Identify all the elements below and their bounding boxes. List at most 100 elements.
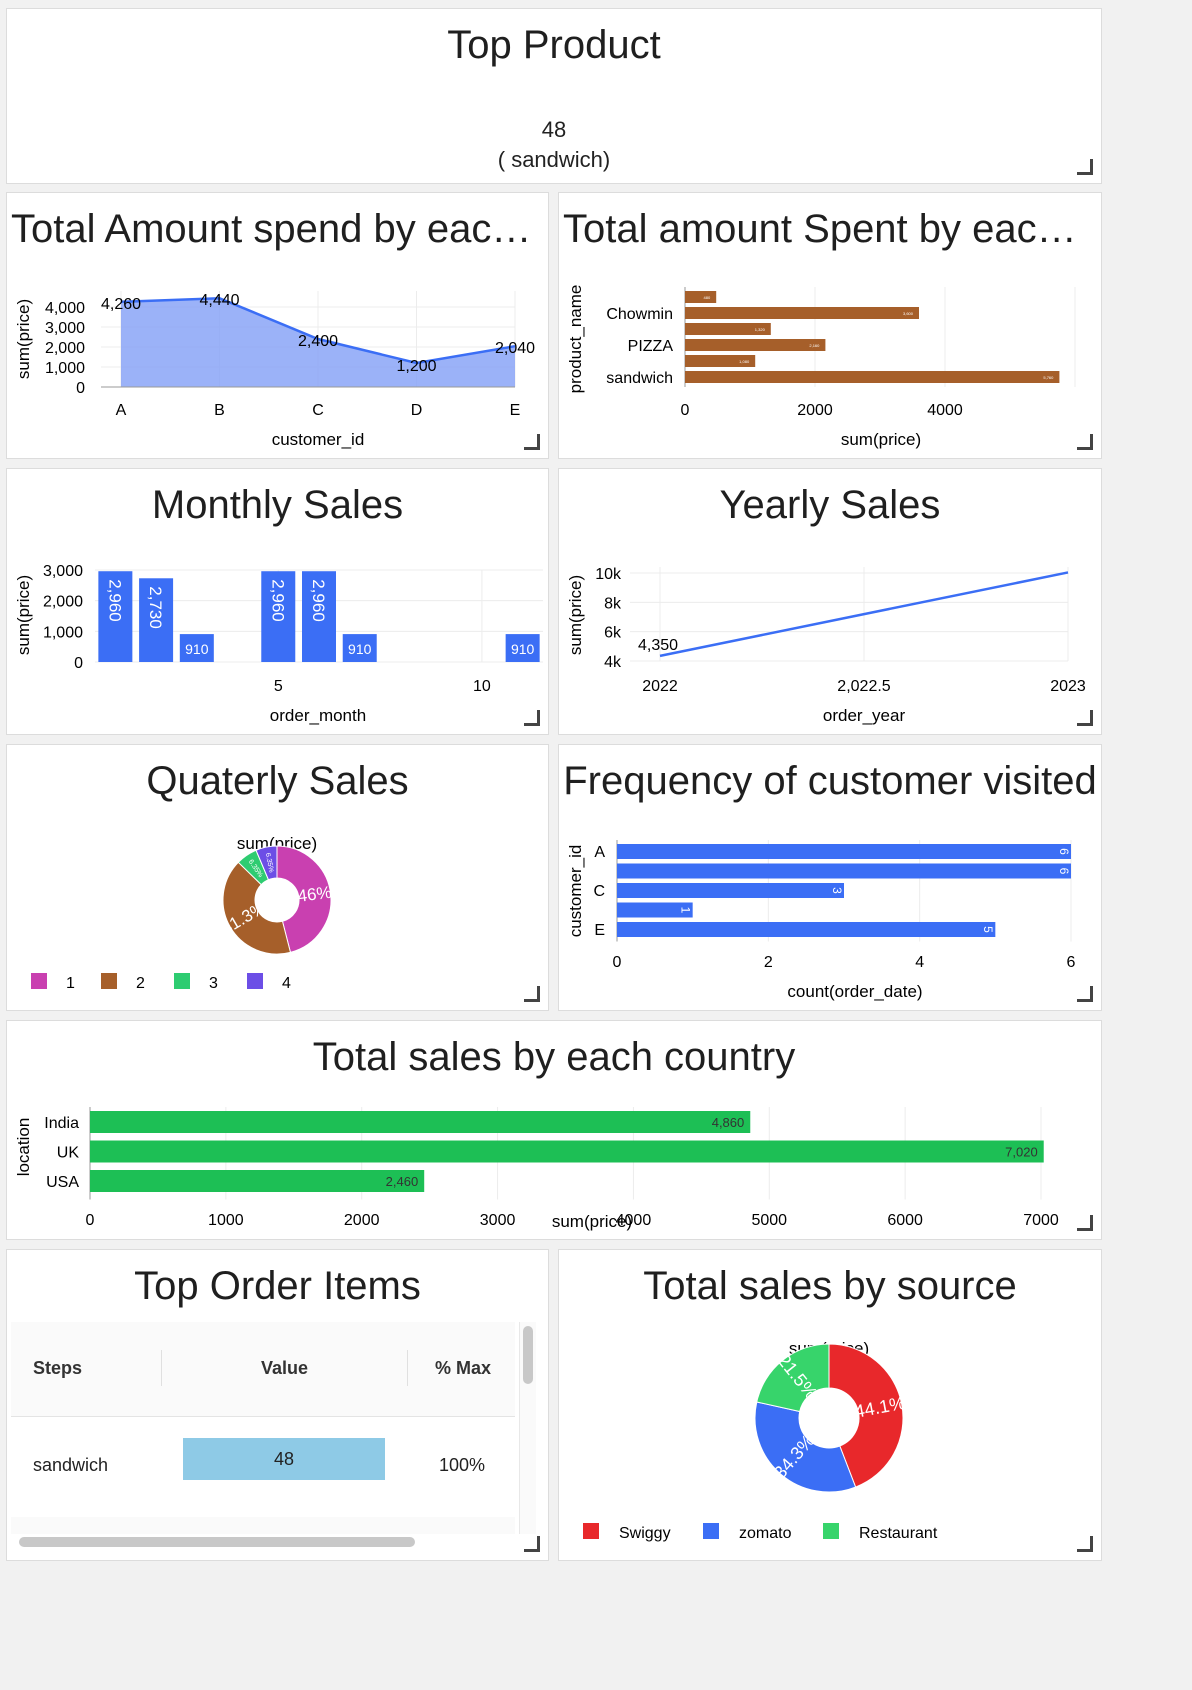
country-sales-chart: 4,860India7,020UK2,460USA0 1000 2000 3000 40… <box>14 1107 1059 1231</box>
resize-handle-icon[interactable] <box>1077 986 1093 1002</box>
legend-label: zomato <box>739 1525 792 1542</box>
x-tick-label: 5000 <box>751 1212 787 1229</box>
legend-label: Swiggy <box>619 1525 671 1542</box>
x-axis-label: customer_id <box>272 430 365 449</box>
x-tick-label: 2023 <box>1050 678 1086 695</box>
legend-swatch <box>583 1523 599 1539</box>
x-tick-label: 0 <box>613 954 622 971</box>
y-tick-label: 10k <box>595 566 622 583</box>
frequency-chart: 6 A 6 3 C 1 5 E0 2 4 6 count(order_date) customer_id <box>566 840 1076 1001</box>
y-tick-label: 6k <box>604 625 622 642</box>
customer-spend-card: Total Amount spend by each c... 0 1,000 2,… <box>6 192 549 459</box>
x-tick-label: 4 <box>915 954 924 971</box>
y-tick-label: Chowmin <box>606 306 673 323</box>
legend-swatch <box>174 973 190 989</box>
data-label: 5,760 <box>1043 375 1054 380</box>
data-label: 2,160 <box>809 343 820 348</box>
data-label: 7,020 <box>1005 1145 1038 1160</box>
data-label: 2,730 <box>146 586 165 629</box>
resize-handle-icon[interactable] <box>1077 710 1093 726</box>
vertical-scrollbar[interactable] <box>519 1322 536 1534</box>
row-value: 48 <box>273 1449 295 1469</box>
resize-handle-icon[interactable] <box>1077 1215 1093 1231</box>
x-tick-label: 0 <box>86 1212 95 1229</box>
y-tick-label: A <box>594 844 605 861</box>
y-tick-label: 1,000 <box>45 360 85 377</box>
legend-swatch <box>247 973 263 989</box>
x-tick-label: 2000 <box>344 1212 380 1229</box>
resize-handle-icon[interactable] <box>524 710 540 726</box>
top-product-title: Top Product <box>447 23 661 67</box>
legend-swatch <box>703 1523 719 1539</box>
data-label: 2,400 <box>298 333 338 350</box>
column-header-steps[interactable]: Steps <box>33 1358 82 1379</box>
legend-label: 3 <box>209 975 218 992</box>
data-label: 1,080 <box>739 359 750 364</box>
data-label: 4,860 <box>712 1115 745 1130</box>
bar <box>617 883 844 898</box>
horizontal-scroll-thumb[interactable] <box>19 1537 415 1547</box>
y-tick-label: PIZZA <box>628 338 674 355</box>
food-spend-card: Total amount Spent by each fo... 480 3,60… <box>558 192 1102 459</box>
data-label: 480 <box>704 295 711 300</box>
data-label: 6 <box>1057 848 1071 855</box>
y-tick-label: C <box>593 883 605 900</box>
data-label: 4,260 <box>101 296 141 313</box>
quarterly-sales-card: Quaterly Sales sum(price) 46% 41.3% 6.35% 6.… <box>6 744 549 1011</box>
y-tick-label: 1,000 <box>43 624 83 641</box>
y-tick-label: 4k <box>604 654 622 671</box>
y-tick-label: 4,000 <box>45 300 85 317</box>
y-tick-label: 8k <box>604 595 622 612</box>
bar <box>685 291 717 303</box>
yearly-sales-chart: 4k 6k 8k 10k 4,350 2022 2,022.5 2023 order_year s… <box>566 566 1086 725</box>
top-product-subtitle: ( sandwich) <box>497 147 611 172</box>
horizontal-scrollbar[interactable] <box>11 1534 535 1550</box>
bar <box>617 922 996 937</box>
top-product-card: Top Product 48 ( sandwich) <box>6 8 1102 184</box>
y-tick-label: E <box>594 922 605 939</box>
x-tick-label: 0 <box>681 402 690 419</box>
legend-swatch <box>31 973 47 989</box>
row-pct: 100% <box>439 1455 486 1475</box>
legend-swatch <box>101 973 117 989</box>
column-divider <box>407 1350 408 1386</box>
legend-label: 4 <box>282 975 291 992</box>
data-label: 2,460 <box>386 1174 419 1189</box>
data-label: 3 <box>830 887 844 894</box>
data-label: 2,960 <box>105 579 124 622</box>
data-label: 910 <box>348 641 372 657</box>
vertical-scroll-thumb[interactable] <box>523 1326 533 1384</box>
source-sales-chart: sum(price)44.1%34.3%21.5%SwiggyzomatoRes… <box>583 1339 938 1542</box>
table-row[interactable]: sandwich 48 100% <box>11 1417 515 1517</box>
bar <box>90 1140 1044 1163</box>
column-header-value[interactable]: Value <box>261 1358 308 1379</box>
resize-handle-icon[interactable] <box>524 986 540 1002</box>
x-tick-label: C <box>312 402 324 419</box>
resize-handle-icon[interactable] <box>1077 1536 1093 1552</box>
table-header: Steps Value % Max <box>11 1322 515 1417</box>
bar <box>685 339 826 351</box>
x-tick-label: 2 <box>764 954 773 971</box>
data-label: 1,200 <box>396 358 436 375</box>
resize-handle-icon[interactable] <box>1077 159 1093 175</box>
y-tick-label: sandwich <box>606 370 673 387</box>
y-tick-label: India <box>44 1115 79 1132</box>
data-label: 910 <box>185 641 209 657</box>
y-axis-label: sum(price) <box>14 575 33 655</box>
y-axis-label: location <box>14 1118 33 1177</box>
resize-handle-icon[interactable] <box>524 434 540 450</box>
y-tick-label: 2,000 <box>43 594 83 611</box>
y-tick-label: USA <box>46 1174 79 1191</box>
column-header-pct-max[interactable]: % Max <box>435 1358 491 1379</box>
food-spend-chart: 480 3,600 Chowmin 1,320 2,160 PIZZA 1,080 5,760… <box>566 285 1076 449</box>
bar <box>685 307 919 319</box>
legend-swatch <box>823 1523 839 1539</box>
x-axis-label: sum(price) <box>552 1212 632 1231</box>
bar <box>685 371 1060 383</box>
data-label: 2,040 <box>495 340 535 357</box>
top-items-card: Top Order Items Steps Value % Max sandwi… <box>6 1249 549 1561</box>
resize-handle-icon[interactable] <box>524 1536 540 1552</box>
x-axis-label: order_month <box>270 706 366 725</box>
data-label: 2,960 <box>309 579 328 622</box>
resize-handle-icon[interactable] <box>1077 434 1093 450</box>
